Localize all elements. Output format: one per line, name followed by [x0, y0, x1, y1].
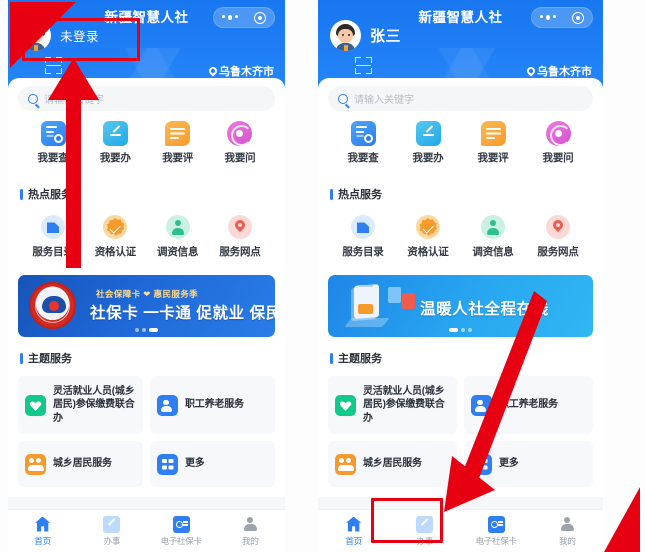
annotation-arrow-diagonal-right: [444, 291, 547, 512]
annotation-arrows: [10, 2, 640, 552]
screenshot-root: 新疆智慧人社 未登录 扫一扫 乌鲁木齐市: [0, 0, 645, 552]
corner-marker-bottom-right: [604, 487, 640, 552]
corner-marker-top-left: [10, 2, 76, 68]
annotation-arrow-up-left: [48, 58, 99, 268]
